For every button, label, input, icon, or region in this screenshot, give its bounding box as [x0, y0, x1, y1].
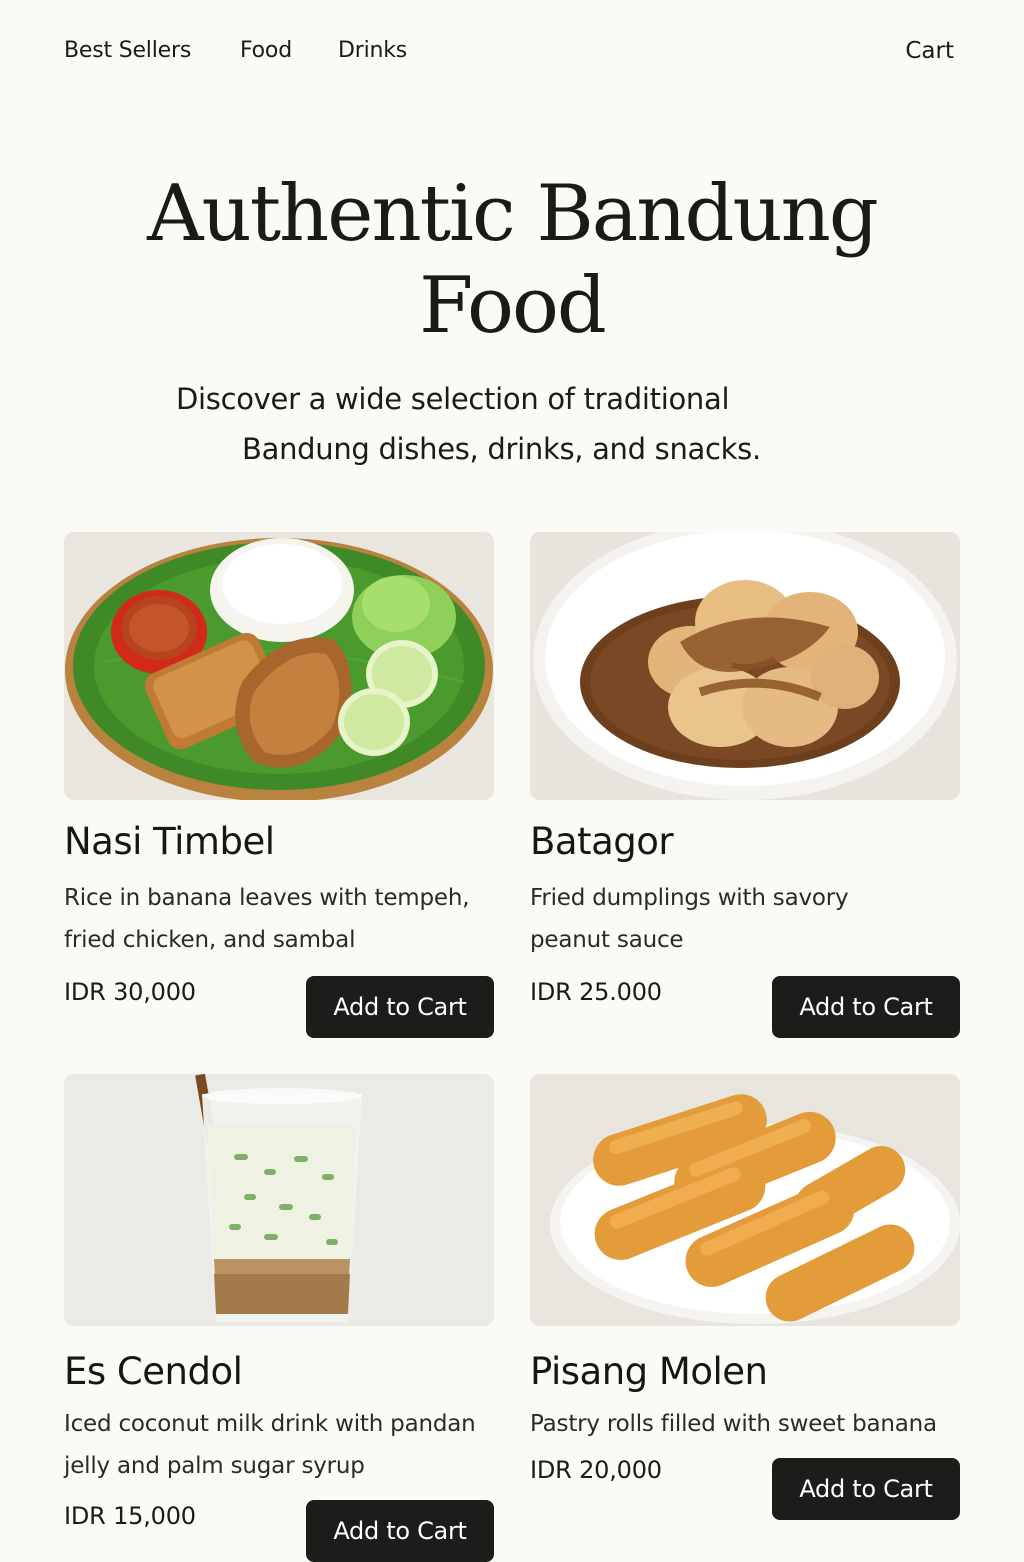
nav-best-sellers[interactable]: Best Sellers [64, 38, 191, 63]
nasi-timbel-photo [64, 532, 494, 800]
product-card-batagor: Batagor Fried dumplings with savory pean… [530, 532, 960, 1042]
product-description-line1: Iced coconut milk drink with pandan [64, 1411, 476, 1437]
product-description-line2: peanut sauce [530, 927, 684, 953]
product-card-es-cendol: Es Cendol Iced coconut milk drink with p… [64, 1074, 494, 1562]
product-price: IDR 15,000 [64, 1502, 196, 1530]
hero-subtitle-line2: Bandung dishes, drinks, and snacks. [242, 432, 761, 466]
product-description: Pastry rolls filled with sweet banana [530, 1403, 960, 1445]
product-price: IDR 20,000 [530, 1456, 662, 1484]
add-to-cart-button[interactable]: Add to Cart [306, 976, 494, 1038]
product-card-pisang-molen: Pisang Molen Pastry rolls filled with sw… [530, 1074, 960, 1536]
product-description-line2: jelly and palm sugar syrup [64, 1453, 365, 1479]
product-name: Nasi Timbel [64, 820, 275, 863]
add-to-cart-button[interactable]: Add to Cart [772, 1458, 960, 1520]
hero-subtitle-line1: Discover a wide selection of traditional [176, 382, 730, 416]
es-cendol-photo [64, 1074, 494, 1326]
product-description: Rice in banana leaves with tempeh, fried… [64, 877, 494, 961]
product-price: IDR 25.000 [530, 978, 662, 1006]
product-name: Pisang Molen [530, 1350, 768, 1393]
page-title: Authentic Bandung Food [0, 168, 1024, 352]
product-name: Batagor [530, 820, 674, 863]
batagor-photo [530, 532, 960, 800]
product-description-line1: Fried dumplings with savory [530, 885, 849, 911]
page-title-line1: Authentic Bandung [147, 169, 879, 259]
product-description-line1: Rice in banana leaves with tempeh, [64, 885, 470, 911]
pisang-molen-photo [530, 1074, 960, 1326]
product-description: Iced coconut milk drink with pandan jell… [64, 1403, 494, 1487]
product-price: IDR 30,000 [64, 978, 196, 1006]
cart-link[interactable]: Cart [905, 38, 954, 64]
add-to-cart-button[interactable]: Add to Cart [772, 976, 960, 1038]
product-description-line1: Pastry rolls filled with sweet banana [530, 1411, 937, 1437]
product-description-line2: fried chicken, and sambal [64, 927, 356, 953]
nav-drinks[interactable]: Drinks [338, 38, 407, 63]
top-nav: Best Sellers Food Drinks Cart [64, 38, 954, 74]
product-card-nasi-timbel: Nasi Timbel Rice in banana leaves with t… [64, 532, 494, 1042]
nav-food[interactable]: Food [240, 38, 292, 63]
product-name: Es Cendol [64, 1350, 243, 1393]
page-title-line2: Food [419, 261, 607, 351]
add-to-cart-button[interactable]: Add to Cart [306, 1500, 494, 1562]
product-description: Fried dumplings with savory peanut sauce [530, 877, 960, 961]
